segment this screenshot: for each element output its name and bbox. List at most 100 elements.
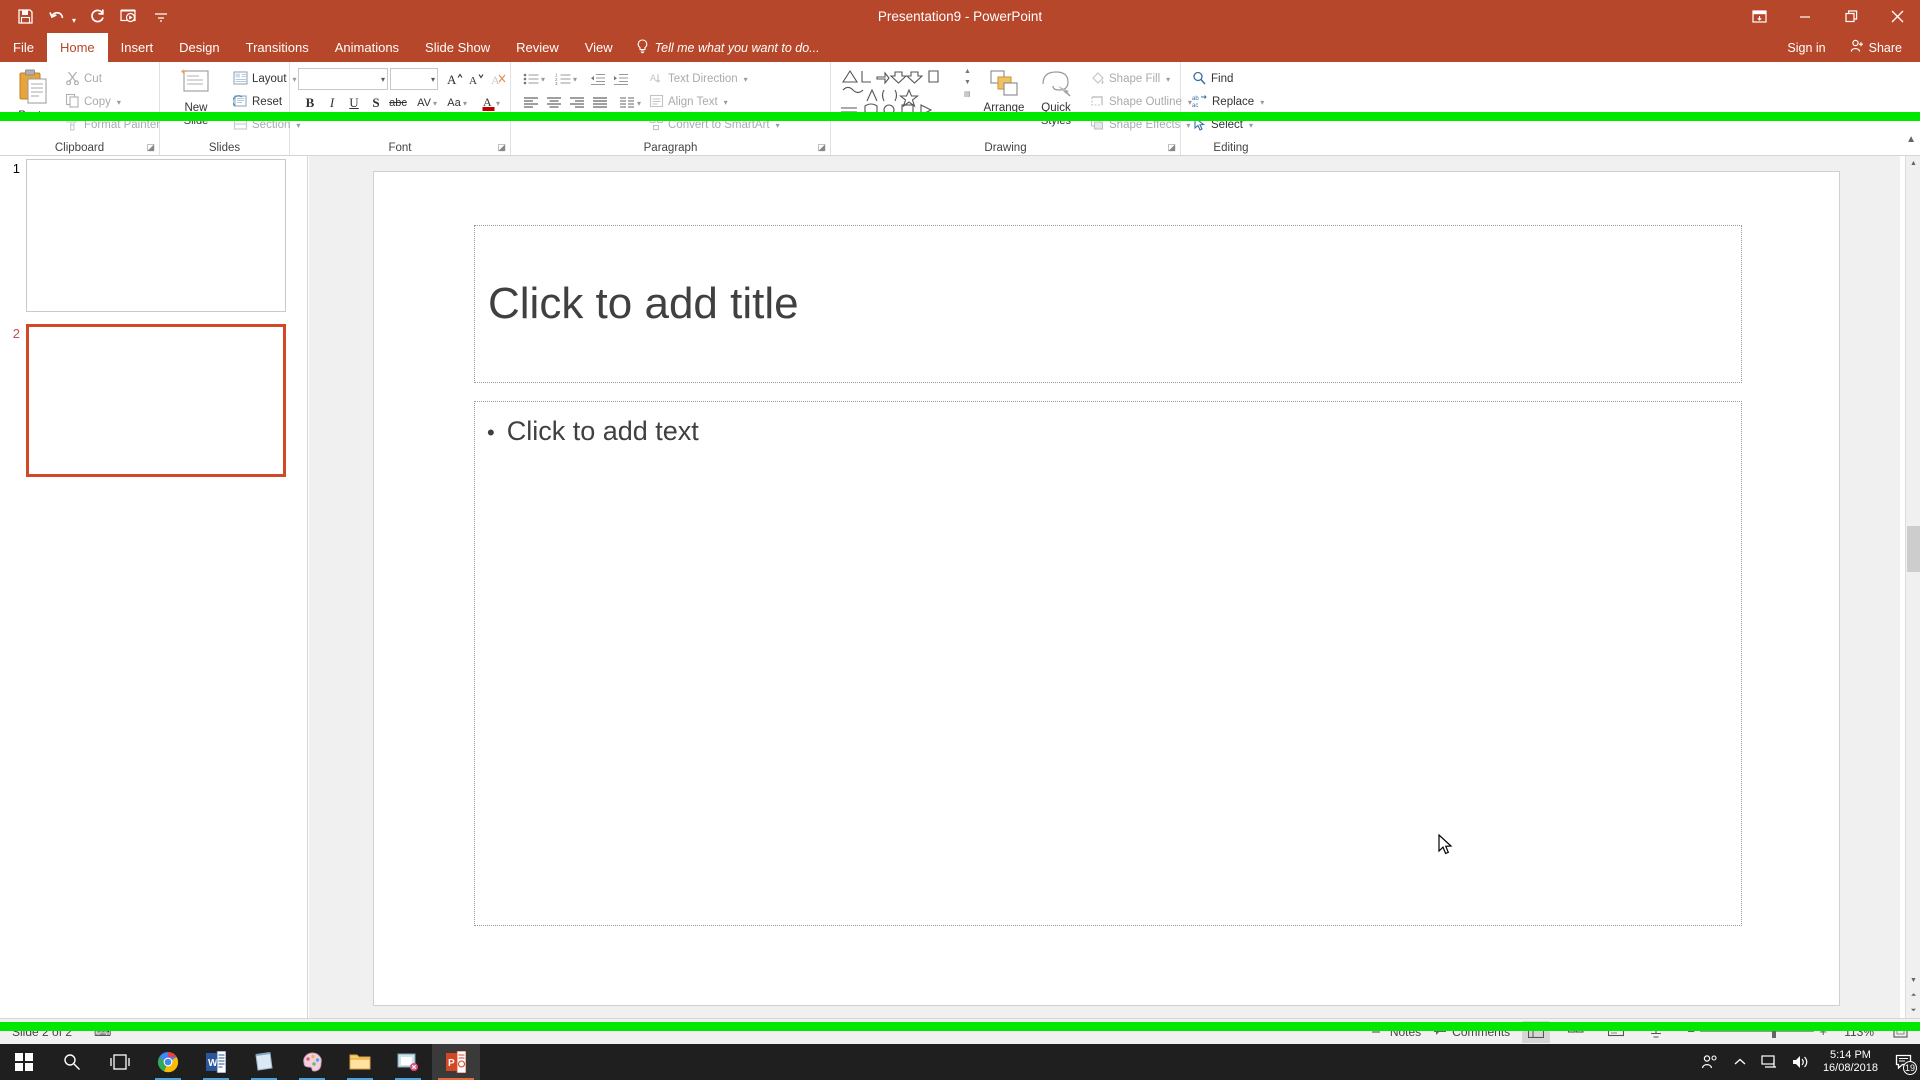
customize-qat-icon[interactable] (146, 3, 176, 31)
strikethrough-button[interactable]: abc (386, 92, 410, 114)
bold-button[interactable]: B (298, 92, 322, 114)
slide-editing-surface[interactable]: Click to add title • Click to add text (373, 171, 1840, 1080)
tab-animations[interactable]: Animations (322, 33, 412, 62)
restore-icon[interactable] (1828, 0, 1874, 33)
bullets-button[interactable] (519, 68, 542, 89)
tab-view[interactable]: View (572, 33, 626, 62)
clipboard-dialog-launcher[interactable]: ◪ (146, 142, 155, 153)
share-button[interactable]: Share (1840, 33, 1912, 62)
reset-button[interactable]: Reset (230, 91, 285, 113)
replace-dropdown-icon[interactable]: ▾ (1260, 98, 1264, 107)
grow-font-button[interactable]: A (442, 68, 466, 90)
tab-home[interactable]: Home (46, 33, 108, 62)
shape-fill-button[interactable]: Shape Fill ▾ (1087, 68, 1173, 90)
shape-outline-button[interactable]: Shape Outline ▾ (1087, 91, 1195, 113)
align-left-button[interactable] (519, 92, 542, 113)
save-icon[interactable] (10, 3, 40, 31)
change-case-dropdown-icon[interactable]: ▾ (463, 99, 467, 108)
sign-in-button[interactable]: Sign in (1777, 33, 1835, 62)
slide-preview-2[interactable] (26, 324, 286, 477)
shapes-scroll-down-icon[interactable]: ▼ (964, 79, 974, 86)
task-view-icon[interactable] (96, 1044, 144, 1080)
copy-dropdown-icon[interactable]: ▾ (117, 98, 121, 107)
tab-review[interactable]: Review (503, 33, 572, 62)
numbering-dropdown-icon[interactable]: ▾ (573, 75, 577, 84)
tab-file[interactable]: File (0, 33, 47, 62)
cut-button[interactable]: Cut (62, 68, 105, 90)
character-spacing-dropdown-icon[interactable]: ▾ (433, 99, 437, 108)
find-button[interactable]: Find (1189, 68, 1236, 90)
word-icon[interactable]: W (192, 1044, 240, 1080)
scroll-down-icon[interactable]: ▼ (1906, 973, 1920, 988)
volume-icon[interactable] (1785, 1054, 1815, 1070)
start-slideshow-icon[interactable] (114, 3, 144, 31)
powerpoint-icon[interactable]: P (432, 1044, 480, 1080)
font-name-input[interactable]: ▾ (298, 68, 388, 90)
select-dropdown-icon[interactable]: ▾ (1249, 121, 1253, 130)
show-hidden-icons-icon[interactable] (1725, 1057, 1755, 1067)
replace-button[interactable]: ab ac Replace ▾ (1189, 91, 1267, 113)
font-size-input[interactable]: ▾ (390, 68, 438, 90)
underline-button[interactable]: U (342, 92, 366, 114)
shrink-font-button[interactable]: A (464, 68, 488, 90)
slide-preview-1[interactable] (26, 159, 286, 312)
columns-button[interactable] (615, 92, 638, 113)
font-dialog-launcher[interactable]: ◪ (497, 142, 506, 153)
convert-smartart-dropdown-icon[interactable]: ▾ (776, 121, 780, 130)
tab-transitions[interactable]: Transitions (233, 33, 322, 62)
tab-design[interactable]: Design (166, 33, 232, 62)
align-text-button[interactable]: Align Text ▾ (646, 91, 731, 113)
align-center-button[interactable] (542, 92, 565, 113)
next-slide-icon[interactable]: ⏷ (1906, 1003, 1920, 1018)
network-icon[interactable] (1755, 1054, 1785, 1070)
text-direction-button[interactable]: A Text Direction ▾ (646, 68, 751, 90)
shape-fill-dropdown-icon[interactable]: ▾ (1166, 75, 1170, 84)
font-name-dropdown-icon[interactable]: ▾ (381, 75, 385, 84)
tell-me-search[interactable]: Tell me what you want to do... (626, 33, 830, 62)
font-color-dropdown-icon[interactable]: ▾ (496, 99, 500, 108)
text-direction-dropdown-icon[interactable]: ▾ (744, 75, 748, 84)
copy-button[interactable]: Copy ▾ (62, 91, 124, 113)
title-placeholder[interactable]: Click to add title (474, 225, 1742, 383)
file-explorer-icon[interactable] (336, 1044, 384, 1080)
slide-thumbnail-1[interactable]: 1 (4, 159, 286, 312)
scrollbar-thumb[interactable] (1907, 526, 1920, 572)
clear-formatting-button[interactable]: A (486, 68, 510, 90)
search-icon[interactable] (48, 1044, 96, 1080)
taskbar-clock[interactable]: 5:14 PM 16/08/2018 (1815, 1049, 1886, 1075)
increase-indent-button[interactable] (609, 68, 632, 89)
shapes-scroll[interactable]: ▲ ▼ ▤ (964, 68, 974, 98)
chrome-icon[interactable] (144, 1044, 192, 1080)
zoom-track[interactable] (1700, 1025, 1815, 1038)
redo-icon[interactable] (82, 3, 112, 31)
arrange-button[interactable]: Arrange (979, 68, 1029, 114)
sticky-notes-icon[interactable] (240, 1044, 288, 1080)
columns-dropdown-icon[interactable]: ▾ (637, 99, 641, 108)
people-icon[interactable] (1695, 1054, 1725, 1070)
tab-insert[interactable]: Insert (108, 33, 167, 62)
align-right-button[interactable] (565, 92, 588, 113)
justify-button[interactable] (588, 92, 611, 113)
italic-button[interactable]: I (320, 92, 344, 114)
align-text-dropdown-icon[interactable]: ▾ (724, 98, 728, 107)
slide-thumbnail-2[interactable]: 2 (4, 324, 286, 477)
start-button[interactable] (0, 1044, 48, 1080)
previous-slide-icon[interactable]: ⏶ (1906, 988, 1920, 1003)
scroll-up-icon[interactable]: ▲ (1906, 156, 1920, 171)
text-shadow-button[interactable]: S (364, 92, 388, 114)
snipping-tool-icon[interactable] (384, 1044, 432, 1080)
collapse-ribbon-icon[interactable]: ▲ (1906, 134, 1916, 145)
drawing-dialog-launcher[interactable]: ◪ (1167, 142, 1176, 153)
ribbon-display-options-icon[interactable] (1736, 0, 1782, 33)
undo-dropdown-icon[interactable]: ▾ (68, 3, 80, 31)
numbering-button[interactable]: 123 (551, 68, 574, 89)
close-icon[interactable] (1874, 0, 1920, 33)
paragraph-dialog-launcher[interactable]: ◪ (817, 142, 826, 153)
tab-slide-show[interactable]: Slide Show (412, 33, 503, 62)
content-placeholder[interactable]: • Click to add text (474, 401, 1742, 1080)
decrease-indent-button[interactable] (586, 68, 609, 89)
shapes-scroll-up-icon[interactable]: ▲ (964, 68, 974, 75)
vertical-scrollbar[interactable]: ▲ ▼ ⏶ ⏷ (1905, 156, 1920, 1018)
bullets-dropdown-icon[interactable]: ▾ (541, 75, 545, 84)
shapes-more-icon[interactable]: ▤ (964, 90, 974, 98)
